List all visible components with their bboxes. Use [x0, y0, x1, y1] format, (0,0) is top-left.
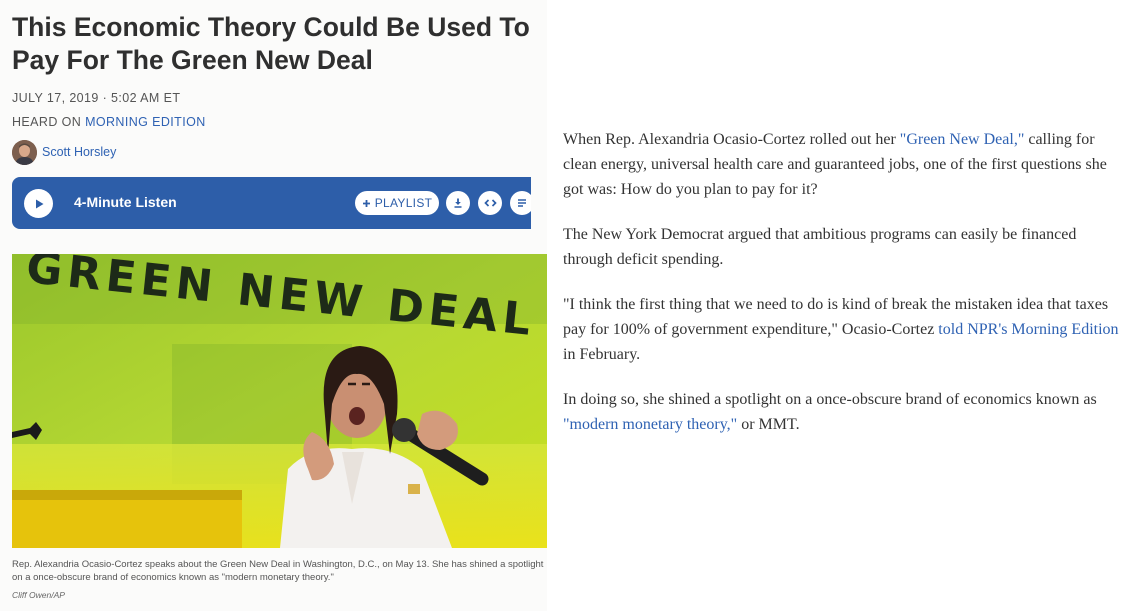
- body-paragraph-1: When Rep. Alexandria Ocasio-Cortez rolle…: [563, 131, 1107, 198]
- body-paragraph-4: In doing so, she shined a spotlight on a…: [563, 391, 1097, 433]
- embed-icon: [483, 199, 497, 207]
- photo-caption: Rep. Alexandria Ocasio-Cortez speaks abo…: [12, 559, 544, 583]
- author-photo-icon: [12, 139, 37, 165]
- speaker-photo-illustration: GREEN NEW DEAL: [12, 254, 547, 548]
- transcript-button[interactable]: [510, 191, 531, 215]
- transcript-icon: [518, 199, 526, 207]
- play-button[interactable]: [24, 189, 53, 218]
- audio-player: 4-Minute Listen PLAYLIST: [12, 177, 531, 229]
- listen-duration-label: 4-Minute Listen: [74, 194, 177, 210]
- modern-monetary-theory-link[interactable]: "modern monetary theory,": [563, 416, 737, 433]
- program-link[interactable]: MORNING EDITION: [85, 115, 206, 129]
- download-button[interactable]: [446, 191, 470, 215]
- article-header-column: This Economic Theory Could Be Used To Pa…: [0, 0, 547, 611]
- article-photo: GREEN NEW DEAL: [12, 254, 547, 548]
- green-new-deal-link[interactable]: "Green New Deal,": [900, 131, 1025, 148]
- article-body-column: When Rep. Alexandria Ocasio-Cortez rolle…: [547, 0, 1137, 611]
- add-to-playlist-button[interactable]: PLAYLIST: [355, 191, 439, 215]
- author-name-link[interactable]: Scott Horsley: [42, 145, 116, 159]
- article-dateline: JULY 17, 2019 · 5:02 AM ET: [12, 91, 181, 105]
- playlist-label: PLAYLIST: [374, 196, 433, 210]
- morning-edition-interview-link[interactable]: told NPR's Morning Edition: [938, 321, 1118, 338]
- body-paragraph-3: "I think the first thing that we need to…: [563, 296, 1119, 363]
- heard-on-line: HEARD ON MORNING EDITION: [12, 115, 206, 129]
- heard-on-prefix: HEARD ON: [12, 115, 86, 129]
- download-icon: [454, 198, 462, 208]
- photo-credit: Cliff Owen/AP: [12, 590, 65, 600]
- embed-button[interactable]: [478, 191, 502, 215]
- byline: Scott Horsley: [12, 139, 116, 165]
- article-headline: This Economic Theory Could Be Used To Pa…: [12, 12, 530, 75]
- play-icon: [35, 199, 43, 208]
- plus-icon: [362, 199, 370, 207]
- author-avatar[interactable]: [12, 139, 37, 165]
- body-paragraph-2: The New York Democrat argued that ambiti…: [563, 226, 1077, 268]
